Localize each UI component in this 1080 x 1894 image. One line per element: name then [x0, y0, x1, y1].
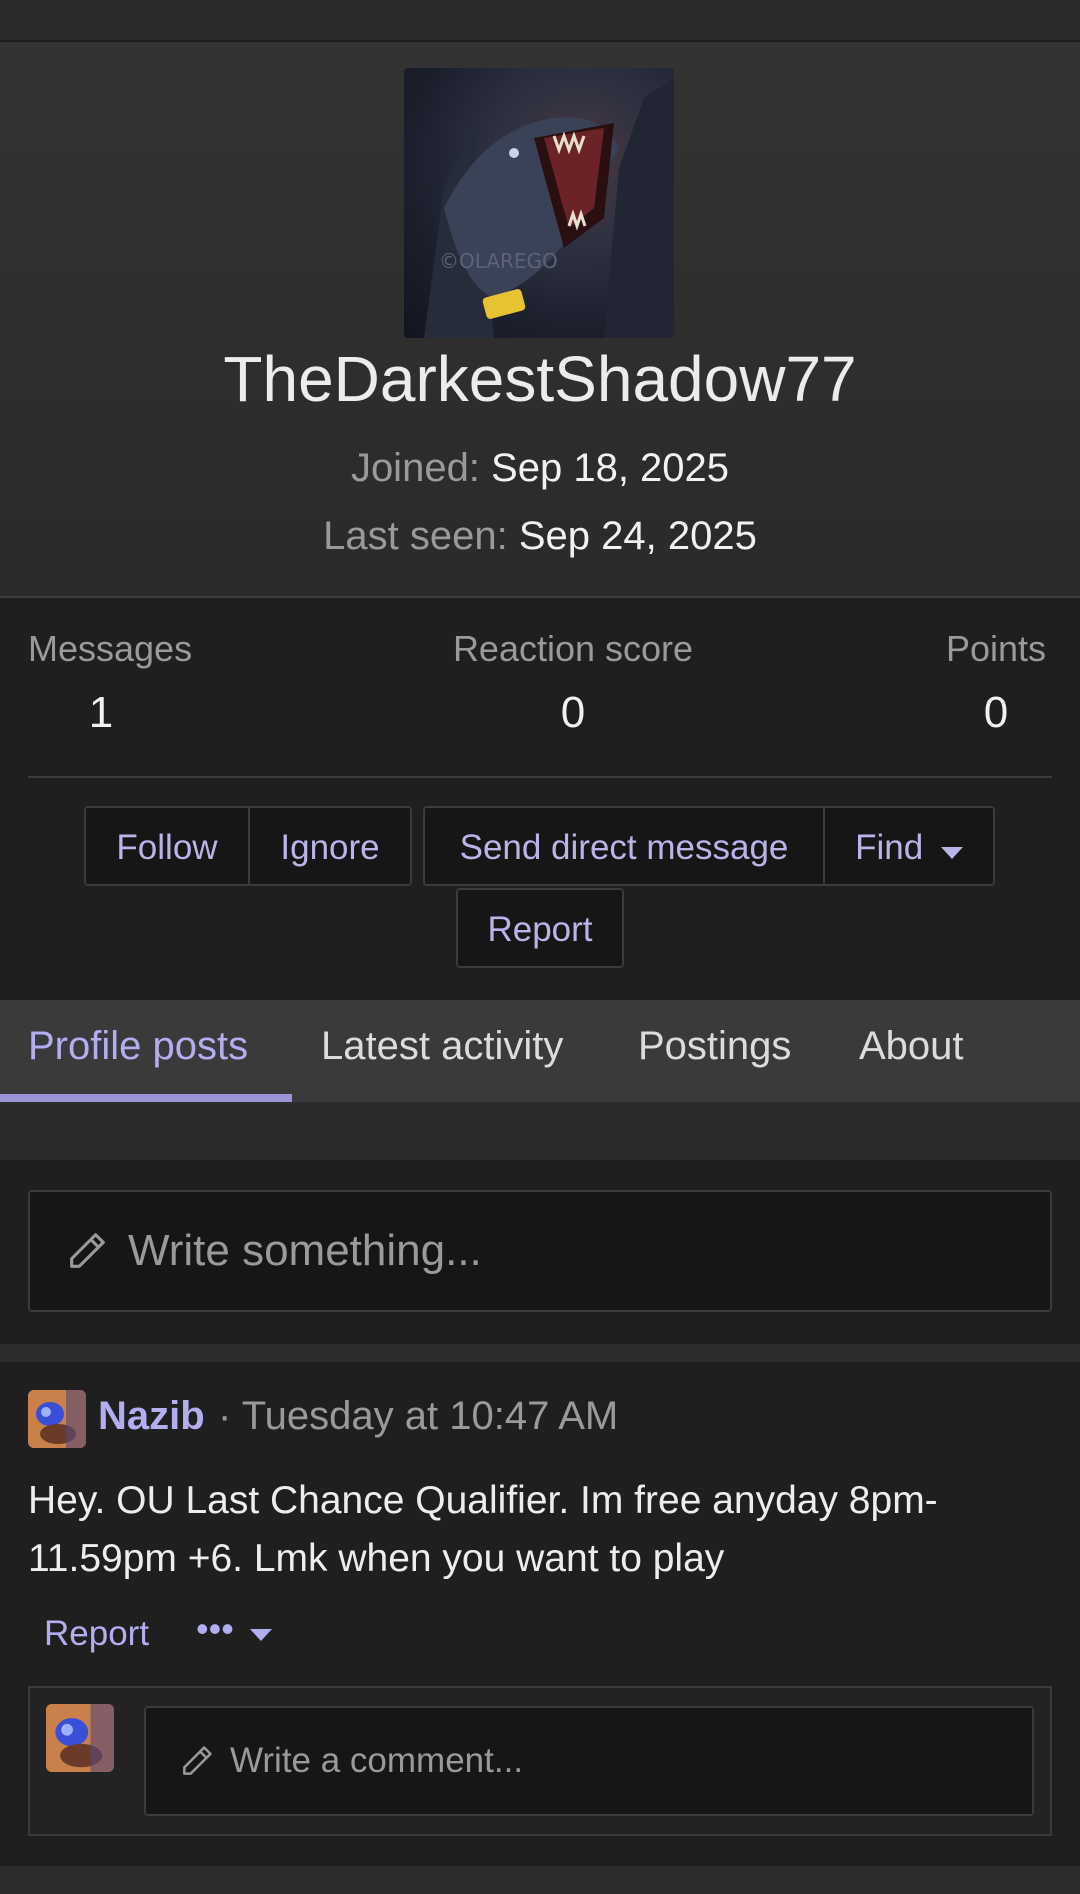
tab-latest-activity[interactable]: Latest activity: [321, 1000, 563, 1102]
last-seen-line: Last seen: Sep 24, 2025: [0, 514, 1080, 559]
follow-button[interactable]: Follow: [84, 806, 250, 886]
profile-tabs: Profile posts Latest activity Postings A…: [0, 1000, 1080, 1104]
more-dots-icon: •••: [196, 1608, 234, 1649]
stat-points-value: 0: [983, 688, 1009, 737]
avatar-image: [46, 1704, 114, 1772]
post-timestamp[interactable]: · Tuesday at 10:47 AM: [218, 1394, 618, 1439]
report-profile-button[interactable]: Report: [456, 888, 624, 968]
chevron-down-icon: [249, 1629, 272, 1641]
tab-spacer: [0, 1104, 1080, 1160]
stats-divider: [28, 776, 1052, 778]
joined-line: Joined: Sep 18, 2025: [0, 446, 1080, 491]
avatar-watermark: ©OLAREGO: [439, 249, 558, 273]
profile-avatar[interactable]: ©OLAREGO: [404, 68, 674, 338]
send-direct-message-button[interactable]: Send direct message: [423, 806, 825, 886]
pencil-icon: [183, 1746, 212, 1775]
write-section: Write something...: [0, 1160, 1080, 1344]
find-button[interactable]: Find: [823, 806, 995, 886]
profile-username: TheDarkestShadow77: [223, 343, 857, 415]
last-seen-label: Last seen:: [323, 514, 508, 558]
post-author-name[interactable]: Nazib: [98, 1394, 205, 1439]
bottom-separator: [0, 1866, 1080, 1894]
joined-label: Joined:: [350, 446, 480, 490]
write-comment-placeholder: Write a comment...: [230, 1741, 524, 1780]
write-comment-input[interactable]: Write a comment...: [144, 1706, 1034, 1816]
post-author-avatar[interactable]: [28, 1390, 86, 1448]
profile-stats: Messages 1 Reaction score 0 Points 0 Fol…: [0, 598, 1080, 1000]
post-more-menu[interactable]: •••: [196, 1608, 272, 1650]
tab-about[interactable]: About: [859, 1000, 964, 1102]
comment-area: Write a comment...: [28, 1686, 1052, 1836]
write-something-input[interactable]: Write something...: [28, 1190, 1052, 1312]
stat-messages-value: 1: [88, 688, 114, 737]
post-report-link[interactable]: Report: [44, 1614, 149, 1654]
stat-points-label: Points: [945, 628, 1047, 669]
current-user-avatar: [46, 1704, 114, 1772]
stat-messages-label: Messages: [28, 628, 193, 669]
find-label: Find: [855, 828, 924, 867]
avatar-artwork: ©OLAREGO: [424, 78, 674, 338]
stat-reaction-label: Reaction score: [452, 628, 694, 669]
pencil-icon: [70, 1233, 105, 1268]
stat-reaction-score[interactable]: Reaction score 0: [440, 628, 706, 738]
profile-post: Nazib · Tuesday at 10:47 AM Hey. OU Last…: [0, 1362, 1080, 1866]
ignore-button[interactable]: Ignore: [248, 806, 412, 886]
top-bar: [0, 0, 1080, 42]
post-body: Hey. OU Last Chance Qualifier. Im free a…: [28, 1479, 938, 1580]
section-separator: [0, 1344, 1080, 1362]
tab-profile-posts[interactable]: Profile posts: [28, 1000, 248, 1102]
tab-postings[interactable]: Postings: [638, 1000, 791, 1102]
last-seen-value: Sep 24, 2025: [518, 514, 757, 558]
joined-value: Sep 18, 2025: [491, 446, 730, 490]
write-something-placeholder: Write something...: [128, 1226, 482, 1275]
chevron-down-icon: [940, 847, 963, 859]
stat-points[interactable]: Points 0: [940, 628, 1052, 738]
avatar-image: [28, 1390, 86, 1448]
stat-messages[interactable]: Messages 1: [28, 628, 193, 738]
active-tab-indicator: [0, 1094, 292, 1102]
profile-header: ©OLAREGO TheDarkestShadow77 Joined: Sep …: [0, 42, 1080, 598]
stat-reaction-value: 0: [560, 688, 586, 737]
